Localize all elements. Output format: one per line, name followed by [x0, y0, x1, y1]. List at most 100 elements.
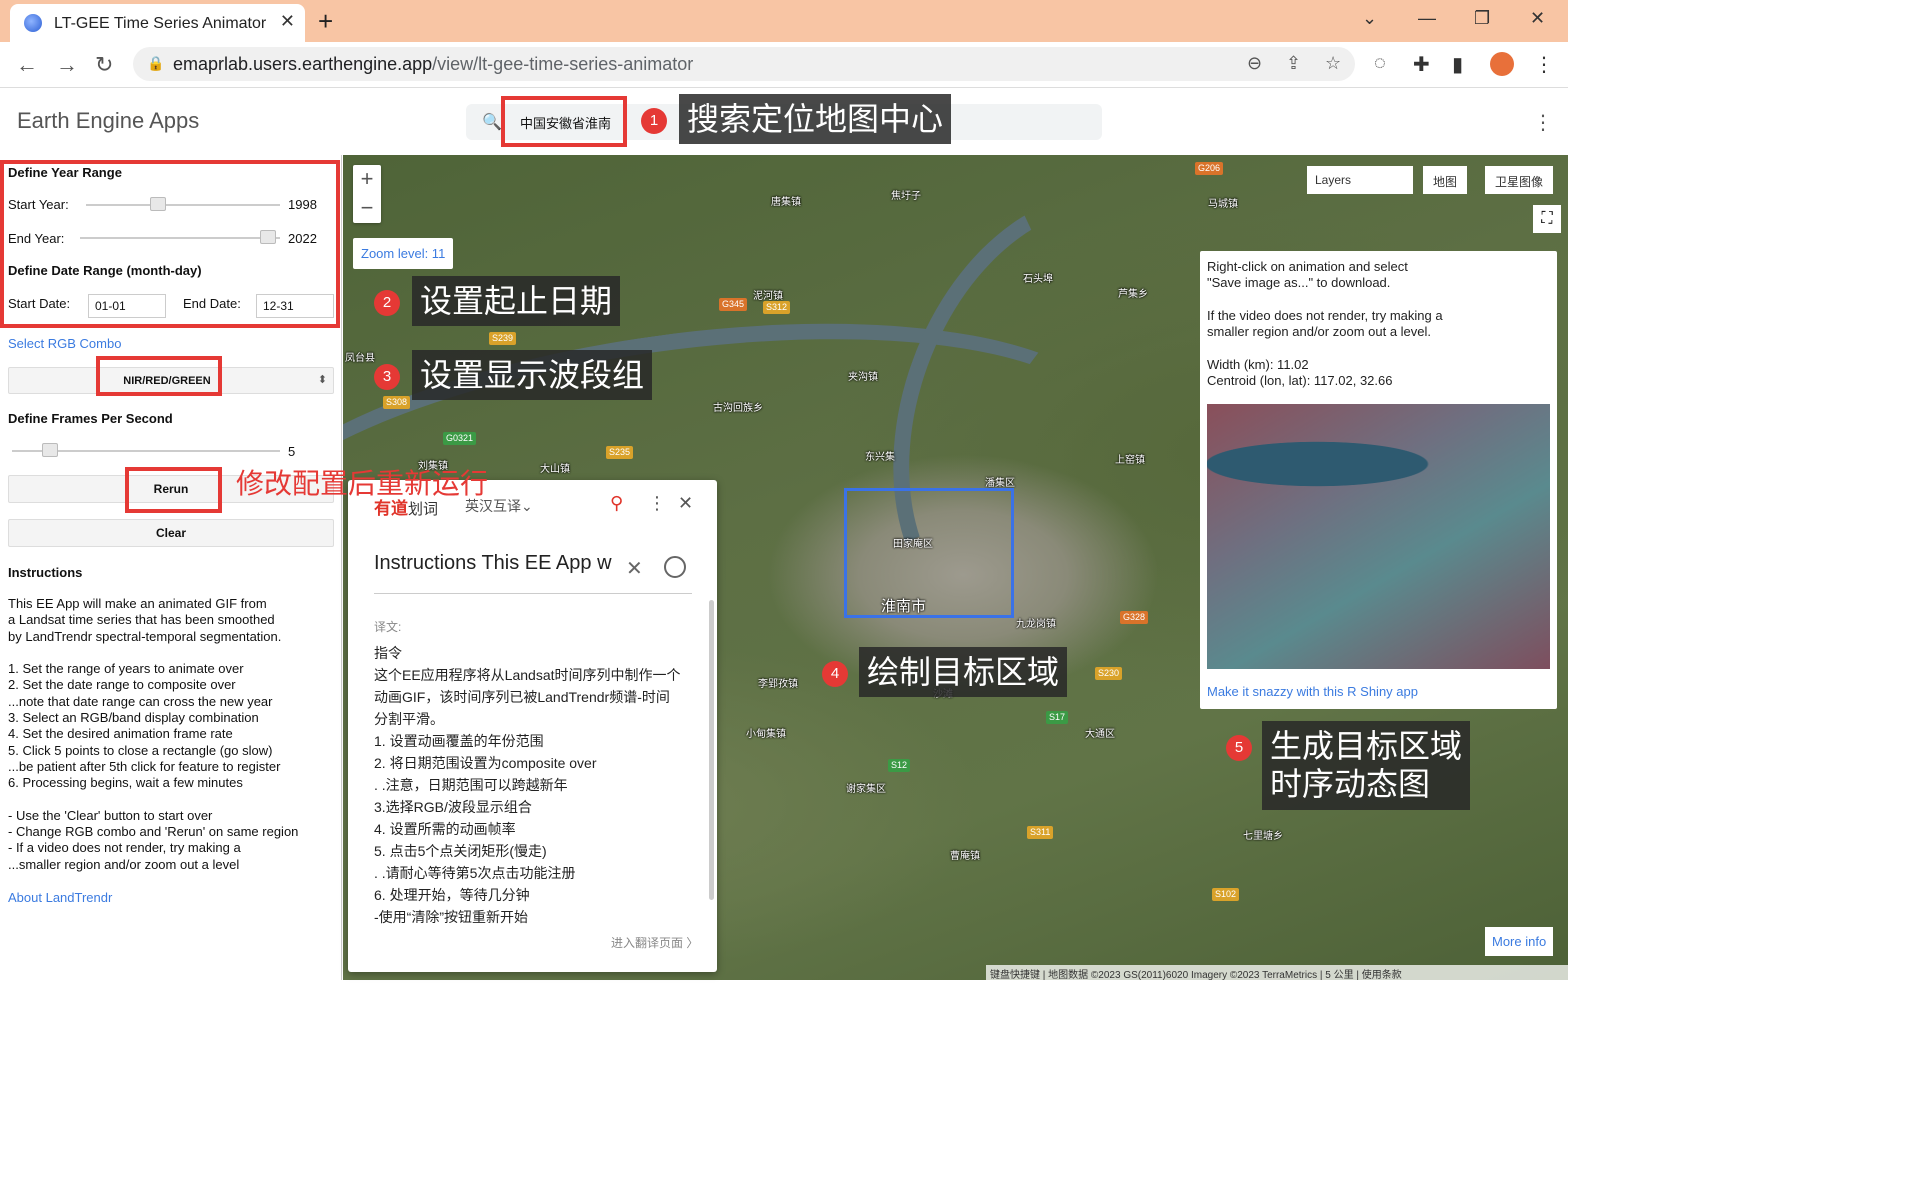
query-divider	[374, 593, 692, 594]
annotation-badge: 3	[374, 364, 400, 390]
url-host: emaprlab.users.earthengine.app	[173, 54, 433, 74]
drawn-target-rectangle	[844, 488, 1014, 618]
select-rgb-combo-label: Select RGB Combo	[8, 336, 122, 351]
close-popup-icon[interactable]: ✕	[678, 493, 693, 514]
browser-tab-bar: LT-GEE Time Series Animator ✕ + ⌄ — ❐ ✕	[0, 0, 1568, 42]
more-info-button[interactable]: More info	[1485, 927, 1554, 956]
pin-icon[interactable]: ⚲	[610, 493, 623, 514]
annotation-box-rerun	[125, 467, 222, 513]
lock-icon: 🔒	[147, 55, 165, 71]
clear-button[interactable]: Clear	[8, 519, 334, 547]
browser-tab[interactable]: LT-GEE Time Series Animator ✕	[10, 4, 305, 42]
zoom-control[interactable]: + −	[353, 165, 381, 223]
share-icon[interactable]: ⇪	[1286, 53, 1301, 74]
map-place: 泥河镇	[753, 291, 783, 302]
fps-slider-thumb[interactable]	[42, 443, 58, 457]
reload-icon[interactable]: ↻	[95, 52, 113, 78]
timeseries-animation-image[interactable]	[1207, 404, 1550, 669]
restore-icon[interactable]: ❐	[1474, 8, 1490, 29]
url-path: /view/lt-gee-time-series-animator	[432, 54, 694, 74]
close-tab-icon[interactable]: ✕	[280, 11, 295, 32]
road-shield: S311	[1027, 826, 1054, 839]
road-shield: S17	[1046, 711, 1069, 724]
browser-menu-icon[interactable]: ⋮	[1534, 52, 1554, 77]
annotation-badge: 2	[374, 290, 400, 316]
road-shield: G328	[1120, 611, 1149, 624]
r-shiny-link[interactable]: Make it snazzy with this R Shiny app	[1207, 684, 1418, 699]
forward-icon[interactable]: →	[56, 52, 78, 78]
new-tab-icon[interactable]: +	[318, 6, 333, 37]
side-panel-icon[interactable]: ▮	[1452, 52, 1463, 77]
annotation-label: 搜索定位地图中心	[679, 94, 952, 145]
layers-dropdown[interactable]: Layers	[1307, 166, 1413, 194]
zoom-out-icon[interactable]: −	[353, 194, 381, 223]
animation-result-panel: Right-click on animation and select "Sav…	[1200, 251, 1557, 709]
annotation-label: 生成目标区域 时序动态图	[1262, 721, 1471, 810]
app-title: Earth Engine Apps	[17, 108, 200, 133]
browser-toolbar: ← → ↻ 🔒 emaprlab.users.earthengine.app/v…	[0, 42, 1568, 88]
map-place: 东兴集	[865, 452, 895, 463]
map-place: 石头埠	[1023, 274, 1053, 285]
address-bar[interactable]: 🔒 emaprlab.users.earthengine.app/view/lt…	[133, 47, 1355, 81]
map-place: 潘集区	[985, 478, 1015, 489]
tab-title: LT-GEE Time Series Animator	[54, 15, 267, 32]
fps-header: Define Frames Per Second	[8, 411, 173, 426]
search-icon: 🔍	[482, 114, 502, 131]
fullscreen-icon[interactable]: ⛶	[1533, 205, 1561, 233]
road-shield: G345	[719, 298, 748, 311]
minimize-icon[interactable]: —	[1418, 8, 1436, 29]
more-options-icon[interactable]: ⋮	[648, 493, 666, 514]
map-place: 凤台县	[345, 353, 375, 364]
animation-info-text: Right-click on animation and select "Sav…	[1207, 259, 1443, 389]
bookmark-star-icon[interactable]: ☆	[1325, 53, 1341, 74]
map-place: 小甸集镇	[746, 729, 786, 740]
translation-label: 译文:	[374, 620, 402, 634]
road-shield: S312	[763, 301, 791, 314]
rerun-annotation-note: 修改配置后重新运行	[236, 468, 489, 499]
url-text: emaprlab.users.earthengine.app/view/lt-g…	[173, 54, 693, 75]
zoom-in-icon[interactable]: +	[353, 165, 381, 194]
fps-value: 5	[288, 444, 296, 459]
map-place: 夹沟镇	[848, 372, 878, 383]
map-type-map-button[interactable]: 地图	[1423, 166, 1468, 194]
map-attribution: 键盘快捷键 | 地图数据 ©2023 GS(2011)6020 Imagery …	[986, 965, 1568, 980]
search-translate-icon[interactable]	[664, 556, 686, 578]
profile-avatar[interactable]	[1490, 52, 1514, 76]
map-place: 七里塘乡	[1243, 831, 1283, 842]
open-translate-page-link[interactable]: 进入翻译页面 〉	[611, 934, 698, 951]
translation-text: 指令 这个EE应用程序将从Landsat时间序列中制作一个 动画GIF，该时间序…	[374, 645, 681, 925]
map-place: 马城镇	[1208, 199, 1238, 210]
map-place: 谢家集区	[846, 784, 886, 795]
map-place: 上窑镇	[1115, 455, 1145, 466]
map-type-satellite-button[interactable]: 卫星图像	[1485, 166, 1554, 194]
about-landtrendr-link[interactable]: About LandTrendr	[8, 890, 112, 905]
map-place: 九龙岗镇	[1016, 619, 1056, 630]
annotation-badge: 5	[1226, 735, 1252, 761]
back-icon[interactable]: ←	[16, 52, 38, 78]
map-place: 唐集镇	[771, 197, 801, 208]
clear-query-icon[interactable]: ✕	[626, 556, 643, 581]
annotation-label: 设置起止日期	[412, 276, 621, 327]
puzzle-extensions-icon[interactable]: ✚	[1413, 52, 1430, 77]
zoom-icon[interactable]: ⊖	[1247, 53, 1262, 74]
annotation-badge: 1	[641, 108, 667, 134]
youdao-logo-sub: 划词	[408, 501, 439, 518]
tab-search-icon[interactable]: ⌄	[1362, 8, 1377, 29]
zoom-level-label: Zoom level: 11	[353, 238, 454, 269]
select-arrows-icon: ⬍	[317, 374, 327, 386]
close-window-icon[interactable]: ✕	[1530, 8, 1545, 29]
road-shield: S235	[606, 446, 634, 459]
app-menu-icon[interactable]: ⋮	[1533, 110, 1553, 135]
annotation-label: 绘制目标区域	[859, 647, 1068, 698]
map-place: 大通区	[1085, 729, 1115, 740]
extension-icon[interactable]: ◌	[1374, 52, 1386, 75]
map-place: 焦圩子	[891, 191, 921, 202]
instructions-body: This EE App will make an animated GIF fr…	[8, 596, 299, 872]
annotation-box-dates	[0, 160, 340, 328]
translate-query-input[interactable]: Instructions This EE App w	[374, 552, 618, 575]
road-shield: G206	[1195, 162, 1224, 175]
road-shield: G0321	[443, 432, 477, 445]
youdao-translate-popup: 有道划词 英汉互译⌄ ⚲ ⋮ ✕ Instructions This EE Ap…	[348, 480, 717, 972]
popup-scrollbar[interactable]	[709, 600, 714, 900]
map-place: 古沟回族乡	[713, 403, 763, 414]
